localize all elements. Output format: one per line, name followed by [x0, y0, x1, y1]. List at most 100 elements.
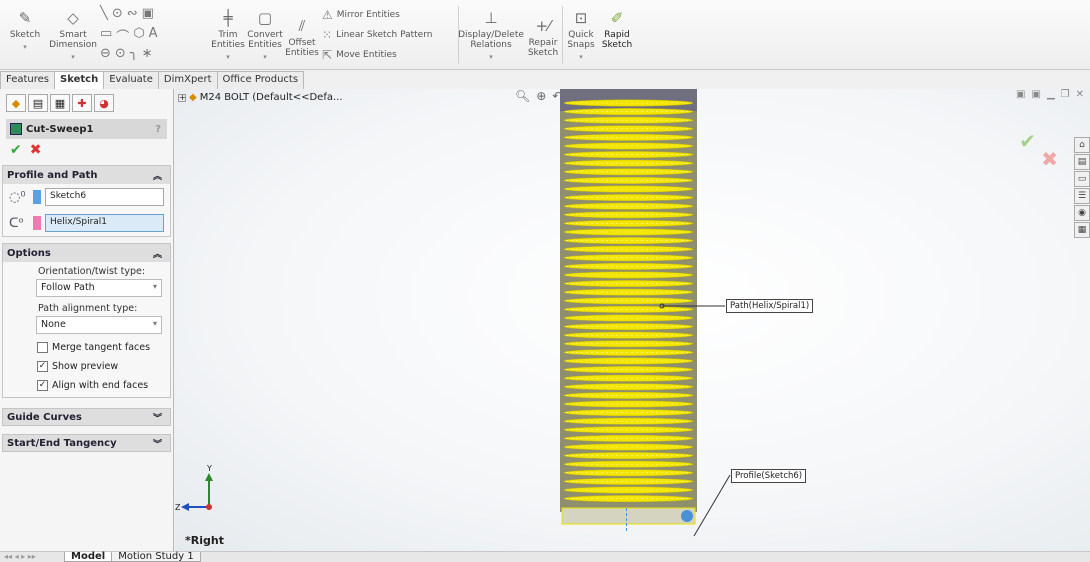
centerline-icon[interactable]: ∗ [142, 46, 153, 61]
path-alignment-dropdown[interactable]: None ▾ [36, 316, 162, 334]
tab-model[interactable]: Model [64, 552, 113, 562]
options-group: Options ︽ Orientation/twist type: Follow… [2, 243, 171, 398]
checkbox-checked[interactable]: ✓ [37, 361, 48, 372]
expand-icon[interactable]: + [178, 93, 186, 102]
tile-icon[interactable]: ▣ [1031, 89, 1040, 100]
sketch-button[interactable]: ✎ Sketch ▾ [6, 8, 44, 52]
tab-dimxpert[interactable]: DimXpert [157, 71, 218, 89]
ellipse-icon[interactable]: ⊖ [100, 46, 111, 61]
cancel-x-icon[interactable]: ✖ [30, 142, 42, 158]
restore-icon[interactable]: ❐ [1061, 89, 1070, 100]
thread-turn [563, 477, 694, 485]
home-icon[interactable]: ⌂ [1074, 137, 1090, 153]
sketch-entity-tools-row2: ▭ ⌒ ⬡ A [100, 26, 158, 45]
move-entities-button[interactable]: ⇱ Move Entities [322, 48, 397, 62]
confirm-ok-checkmark-icon[interactable]: ✔ [1019, 129, 1036, 153]
view-palette-icon[interactable]: ☰ [1074, 188, 1090, 204]
dimxpert-manager-icon[interactable]: ✚ [72, 94, 92, 112]
start-end-tangency-header[interactable]: Start/End Tangency ︾ [2, 434, 171, 452]
guide-curves-header[interactable]: Guide Curves ︾ [2, 408, 171, 426]
thread-turn [563, 202, 694, 210]
chevron-down-icon: ▾ [152, 319, 157, 328]
expand-chevron-icon[interactable]: ︾ [153, 437, 162, 450]
custom-properties-icon[interactable]: ▦ [1074, 222, 1090, 238]
help-icon[interactable]: ? [155, 124, 161, 135]
expand-chevron-icon[interactable]: ︾ [153, 411, 162, 424]
thread-turn [563, 469, 694, 477]
checkbox-checked[interactable]: ✓ [37, 380, 48, 391]
thread-turn [563, 314, 694, 322]
orientation-dropdown[interactable]: Follow Path ▾ [36, 279, 162, 297]
rapid-sketch-button[interactable]: ✐ Rapid Sketch [600, 8, 634, 51]
tab-features[interactable]: Features [0, 71, 55, 89]
configuration-manager-icon[interactable]: ▦ [50, 94, 70, 112]
thread-turn [563, 426, 694, 434]
profile-and-path-group: Profile and Path ︽ ◌⁰ Sketch6 ᑕᵒ Helix/S… [2, 165, 171, 237]
path-callout[interactable]: Path(Helix/Spiral1) [726, 299, 814, 313]
profile-callout[interactable]: Profile(Sketch6) [731, 469, 807, 483]
profile-color-swatch [33, 190, 41, 204]
linear-sketch-pattern-button[interactable]: ⁙ Linear Sketch Pattern [322, 28, 432, 42]
bolt-thread-preview[interactable] [560, 89, 697, 532]
circle-icon[interactable]: ⊙ [112, 6, 123, 21]
trim-entities-button[interactable]: ╪ Trim Entities ▾ [210, 8, 246, 62]
tab-office-products[interactable]: Office Products [216, 71, 305, 89]
collapse-chevron-icon[interactable]: ︽ [153, 169, 162, 182]
collapse-chevron-icon[interactable]: ︽ [153, 247, 162, 260]
options-header[interactable]: Options ︽ [3, 244, 170, 262]
merge-tangent-faces-checkbox[interactable]: Merge tangent faces [3, 334, 170, 357]
zoom-area-icon[interactable]: ⊕ [536, 89, 546, 103]
confirm-cancel-x-icon[interactable]: ✖ [1041, 147, 1058, 171]
smart-dimension-button[interactable]: ◇ Smart Dimension ▾ [49, 8, 97, 62]
text-icon[interactable]: A [149, 26, 158, 45]
tab-sketch[interactable]: Sketch [54, 71, 105, 89]
thread-turn [563, 288, 694, 296]
feature-title: Cut-Sweep1 [26, 123, 94, 135]
repair-sketch-button[interactable]: +⁄ Repair Sketch [526, 16, 560, 59]
show-preview-checkbox[interactable]: ✓ Show preview [3, 357, 170, 376]
profile-selection-field[interactable]: Sketch6 [45, 188, 164, 206]
convert-entities-button[interactable]: ▢ Convert Entities ▾ [246, 8, 284, 62]
move-icon: ⇱ [322, 48, 333, 62]
quick-snaps-button[interactable]: ⊡ Quick Snaps ▾ [566, 8, 596, 62]
property-manager-icon[interactable]: ▤ [28, 94, 48, 112]
path-selection-field[interactable]: Helix/Spiral1 [45, 214, 164, 232]
graphics-area[interactable]: + ◆ M24 BOLT (Default<<Defa... 🔍︎ ⊕ ↶ ▣ … [175, 89, 1090, 551]
flyout-tree-item[interactable]: + ◆ M24 BOLT (Default<<Defa... [178, 92, 343, 103]
tab-motion-study[interactable]: Motion Study 1 [111, 552, 201, 562]
chevron-down-icon: ▾ [489, 53, 493, 61]
display-manager-icon[interactable]: ◕ [94, 94, 114, 112]
ok-checkmark-icon[interactable]: ✔ [10, 142, 22, 158]
close-icon[interactable]: ✕ [1076, 89, 1084, 100]
file-explorer-icon[interactable]: ▭ [1074, 171, 1090, 187]
design-library-icon[interactable]: ▤ [1074, 154, 1090, 170]
arc-icon[interactable]: ⌒ [116, 26, 129, 45]
rectangle-icon[interactable]: ▭ [100, 26, 112, 45]
thread-turn [563, 151, 694, 159]
slot-icon[interactable]: ▣ [142, 6, 154, 21]
checkbox-unchecked[interactable] [37, 342, 48, 353]
appearances-icon[interactable]: ◉ [1074, 205, 1090, 221]
tab-scroll-arrows[interactable]: ◂◂ ◂ ▸ ▸▸ [0, 552, 64, 562]
thread-turn [563, 262, 694, 270]
minimize-icon[interactable]: ▁ [1047, 89, 1055, 100]
polygon-icon[interactable]: ⬡ [133, 26, 144, 45]
zoom-to-fit-icon[interactable]: 🔍︎ [515, 89, 530, 103]
thread-turn [563, 142, 694, 150]
tab-evaluate[interactable]: Evaluate [103, 71, 159, 89]
line-icon[interactable]: ╲ [100, 6, 108, 21]
window-controls: ▣ ▣ ▁ ❐ ✕ [1016, 89, 1084, 100]
spline-icon[interactable]: ∾ [127, 6, 138, 21]
display-delete-relations-button[interactable]: ⊥ Display/Delete Relations ▾ [458, 8, 524, 62]
feature-manager-icon[interactable]: ◆ [6, 94, 26, 112]
point-icon[interactable]: ⊙ [115, 46, 126, 61]
offset-entities-button[interactable]: ⫽ Offset Entities [284, 16, 320, 59]
align-with-end-faces-checkbox[interactable]: ✓ Align with end faces [3, 376, 170, 397]
fillet-icon[interactable]: ╮ [130, 46, 138, 61]
profile-icon: ◌⁰ [9, 189, 26, 205]
tile-icon[interactable]: ▣ [1016, 89, 1025, 100]
thread-turn [563, 434, 694, 442]
property-manager-panel: ◆ ▤ ▦ ✚ ◕ Cut-Sweep1 ? ✔ ✖ Profile and P… [0, 89, 174, 551]
profile-and-path-header[interactable]: Profile and Path ︽ [3, 166, 170, 184]
mirror-entities-button[interactable]: ⚠ Mirror Entities [322, 8, 400, 22]
